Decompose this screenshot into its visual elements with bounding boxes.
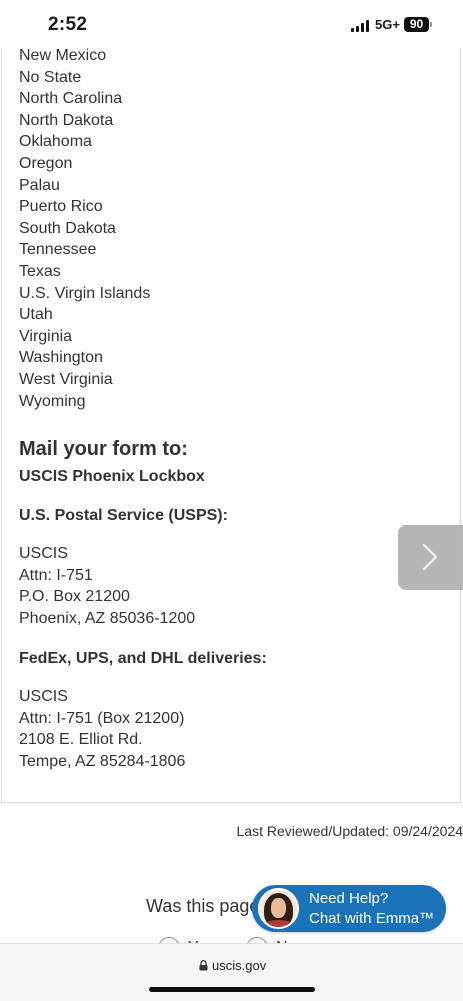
chat-line-2: Chat with Emma™ [309, 910, 434, 927]
browser-address-bar[interactable]: uscis.gov [0, 943, 463, 1001]
usps-address: USCIS Attn: I-751 P.O. Box 21200 Phoenix… [19, 543, 195, 630]
last-reviewed: Last Reviewed/Updated: 09/24/2024 [237, 823, 463, 839]
signal-bars-icon [351, 20, 371, 32]
lock-icon [199, 960, 208, 971]
courier-heading: FedEx, UPS, and DHL deliveries: [19, 650, 267, 668]
battery-tip [430, 22, 432, 27]
address-line: USCIS [19, 543, 195, 565]
lockbox-name: USCIS Phoenix Lockbox [19, 468, 205, 486]
list-item: Virginia [19, 326, 150, 348]
content-card: New Mexico No State North Carolina North… [1, 40, 461, 803]
list-item: Oregon [19, 153, 150, 175]
list-item: North Dakota [19, 110, 150, 132]
list-item: Texas [19, 261, 150, 283]
chat-with-emma-button[interactable]: Need Help? Chat with Emma™ [252, 885, 446, 932]
address-line: 2108 E. Elliot Rd. [19, 729, 185, 751]
address-line: Tempe, AZ 85284-1806 [19, 751, 185, 773]
status-bar: 2:52 5G+ 90 [0, 0, 463, 48]
usps-heading: U.S. Postal Service (USPS): [19, 507, 228, 525]
state-list: New Mexico No State North Carolina North… [19, 45, 150, 412]
address-line: Phoenix, AZ 85036-1200 [19, 608, 195, 630]
avatar [258, 888, 299, 929]
status-time: 2:52 [48, 14, 87, 36]
chevron-right-icon [418, 541, 442, 573]
list-item: Tennessee [19, 239, 150, 261]
chat-line-1: Need Help? [309, 890, 388, 907]
list-item: South Dakota [19, 218, 150, 240]
next-page-button[interactable] [398, 525, 463, 590]
network-label: 5G+ [375, 17, 400, 32]
helpful-question: Was this page [146, 896, 259, 917]
list-item: Oklahoma [19, 131, 150, 153]
list-item: West Virginia [19, 369, 150, 391]
list-item: New Mexico [19, 45, 150, 67]
address-line: USCIS [19, 686, 185, 708]
url-text[interactable]: uscis.gov [212, 958, 266, 973]
address-line: Attn: I-751 [19, 565, 195, 587]
list-item: Palau [19, 175, 150, 197]
list-item: Utah [19, 304, 150, 326]
list-item: Wyoming [19, 391, 150, 413]
list-item: Puerto Rico [19, 196, 150, 218]
list-item: No State [19, 67, 150, 89]
mail-heading: Mail your form to: [19, 438, 188, 461]
courier-address: USCIS Attn: I-751 (Box 21200) 2108 E. El… [19, 686, 185, 773]
home-indicator[interactable] [149, 987, 315, 992]
list-item: U.S. Virgin Islands [19, 283, 150, 305]
address-line: Attn: I-751 (Box 21200) [19, 708, 185, 730]
address-line: P.O. Box 21200 [19, 586, 195, 608]
list-item: Washington [19, 347, 150, 369]
list-item: North Carolina [19, 88, 150, 110]
battery-icon: 90 [404, 17, 429, 32]
